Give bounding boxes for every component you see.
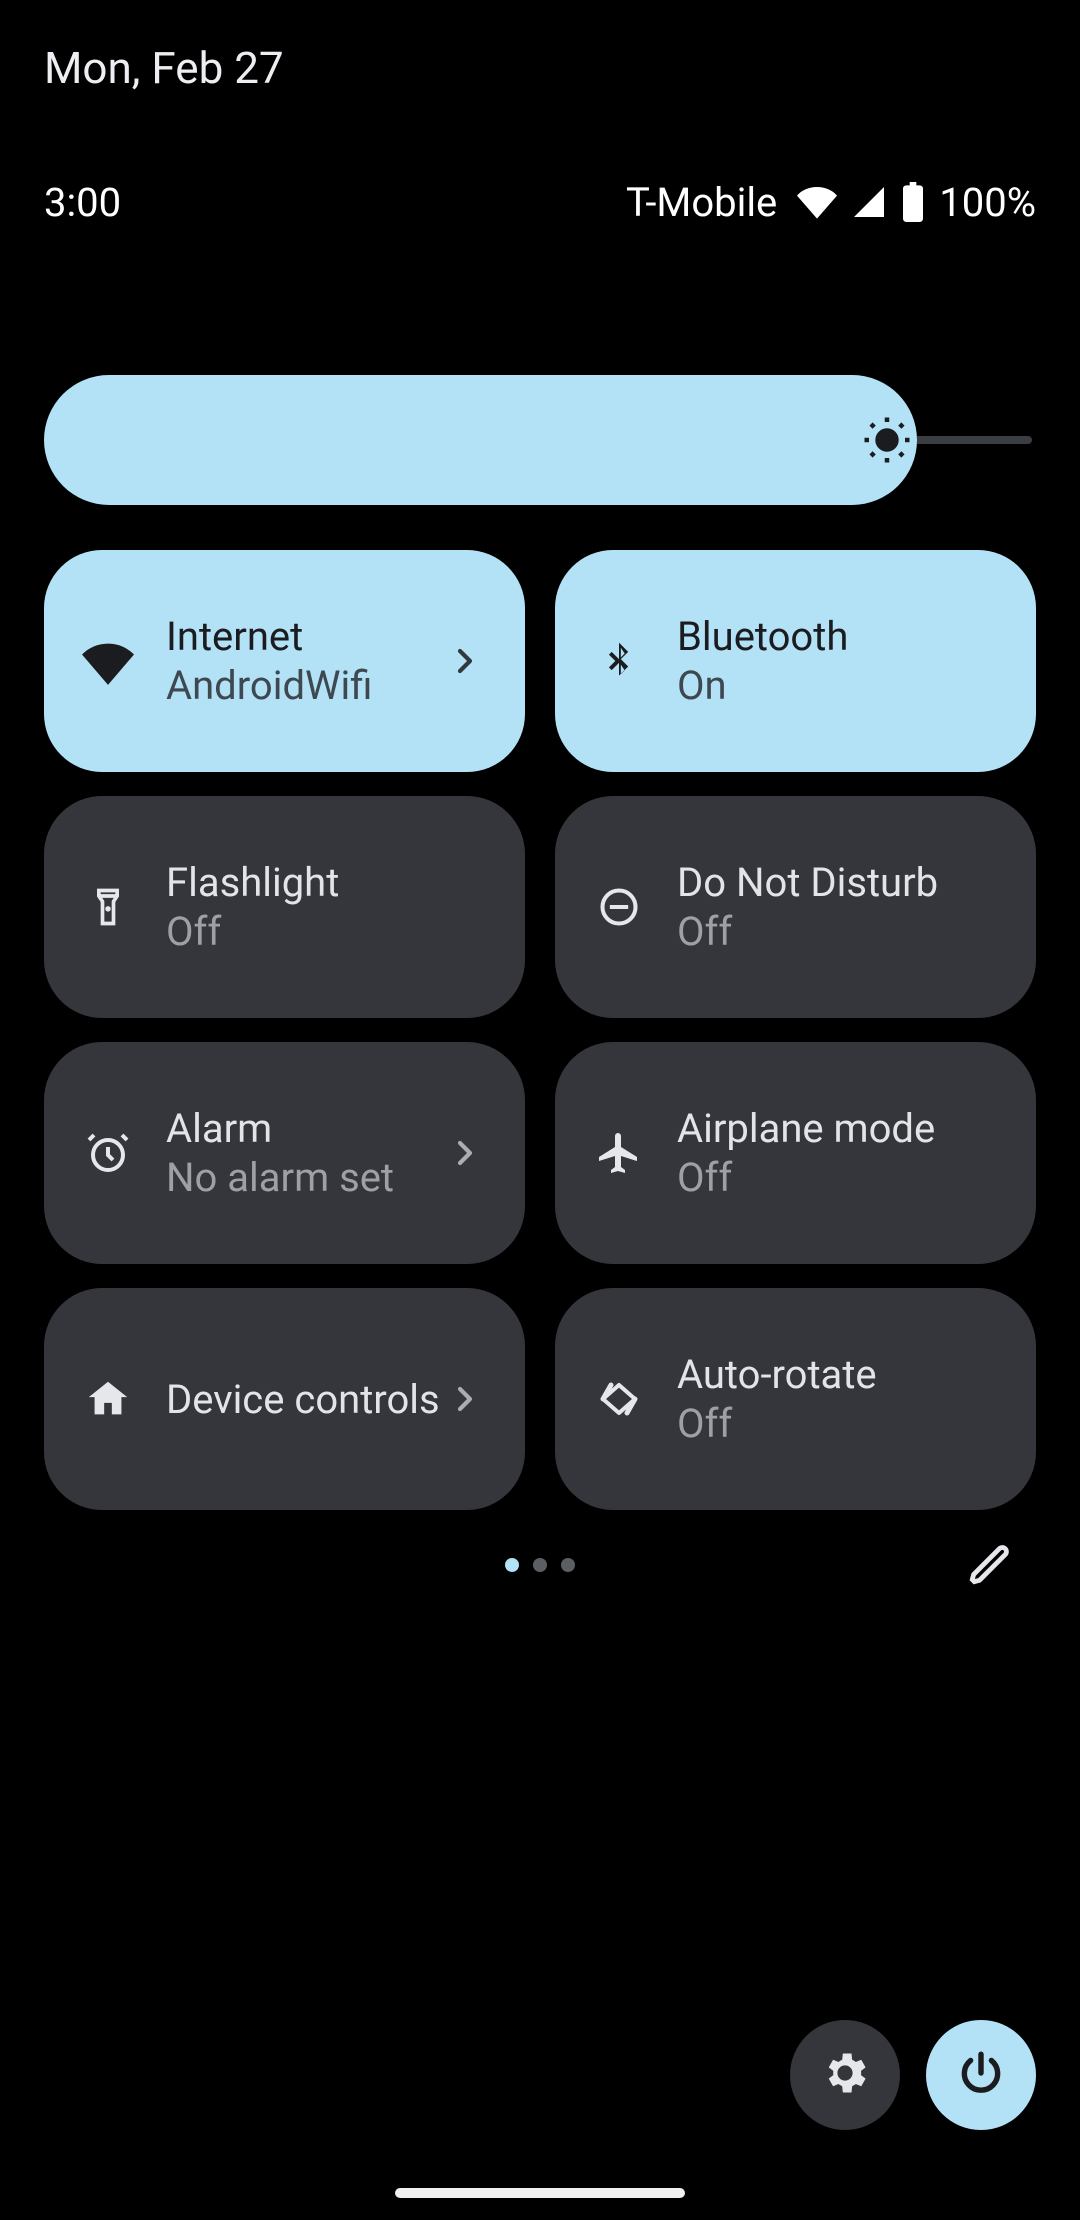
tile-subtitle: Off bbox=[677, 908, 996, 955]
quick-settings-tiles: Internet AndroidWifi Bluetooth On Flashl… bbox=[44, 550, 1036, 1510]
tile-subtitle: On bbox=[677, 662, 996, 709]
tile-title: Do Not Disturb bbox=[677, 859, 996, 906]
battery-percent: 100% bbox=[939, 179, 1036, 226]
gear-icon bbox=[819, 2047, 871, 2103]
tile-text: Alarm No alarm set bbox=[166, 1105, 445, 1201]
chevron-right-icon[interactable] bbox=[445, 1133, 485, 1173]
tile-bluetooth[interactable]: Bluetooth On bbox=[555, 550, 1036, 772]
page-dot-3[interactable] bbox=[561, 1558, 575, 1572]
tile-text: Do Not Disturb Off bbox=[677, 859, 996, 955]
tile-subtitle: AndroidWifi bbox=[166, 662, 445, 709]
home-indicator[interactable] bbox=[395, 2188, 685, 2198]
bluetooth-icon bbox=[589, 631, 649, 691]
tile-airplane-mode[interactable]: Airplane mode Off bbox=[555, 1042, 1036, 1264]
tile-text: Internet AndroidWifi bbox=[166, 613, 445, 709]
flashlight-icon bbox=[78, 877, 138, 937]
tile-dnd[interactable]: Do Not Disturb Off bbox=[555, 796, 1036, 1018]
tile-title: Bluetooth bbox=[677, 613, 996, 660]
wifi-status-icon bbox=[797, 182, 837, 222]
tile-title: Device controls bbox=[166, 1376, 445, 1423]
page-dot-1[interactable] bbox=[505, 1558, 519, 1572]
battery-status-icon bbox=[901, 182, 925, 222]
tile-device-controls[interactable]: Device controls bbox=[44, 1288, 525, 1510]
tile-text: Airplane mode Off bbox=[677, 1105, 996, 1201]
tile-title: Internet bbox=[166, 613, 445, 660]
tile-title: Alarm bbox=[166, 1105, 445, 1152]
tile-subtitle: No alarm set bbox=[166, 1154, 445, 1201]
home-icon bbox=[78, 1369, 138, 1429]
brightness-slider[interactable] bbox=[44, 375, 1036, 505]
dnd-icon bbox=[589, 877, 649, 937]
tile-text: Device controls bbox=[166, 1376, 445, 1423]
page-indicator bbox=[505, 1558, 575, 1572]
brightness-track[interactable] bbox=[44, 375, 1036, 505]
tile-text: Bluetooth On bbox=[677, 613, 996, 709]
clock: 3:00 bbox=[44, 179, 121, 226]
brightness-icon bbox=[860, 413, 914, 467]
bottom-actions bbox=[790, 2020, 1036, 2130]
auto-rotate-icon bbox=[589, 1369, 649, 1429]
tile-subtitle: Off bbox=[677, 1154, 996, 1201]
tile-subtitle: Off bbox=[677, 1400, 996, 1447]
tile-alarm[interactable]: Alarm No alarm set bbox=[44, 1042, 525, 1264]
tile-subtitle: Off bbox=[166, 908, 485, 955]
tile-title: Flashlight bbox=[166, 859, 485, 906]
date-label: Mon, Feb 27 bbox=[44, 42, 284, 94]
chevron-right-icon[interactable] bbox=[445, 1379, 485, 1419]
chevron-right-icon[interactable] bbox=[445, 641, 485, 681]
page-dot-2[interactable] bbox=[533, 1558, 547, 1572]
brightness-fill bbox=[44, 375, 917, 505]
cellular-status-icon bbox=[851, 184, 887, 220]
wifi-icon bbox=[78, 631, 138, 691]
tile-internet[interactable]: Internet AndroidWifi bbox=[44, 550, 525, 772]
power-icon bbox=[956, 2048, 1006, 2102]
power-button[interactable] bbox=[926, 2020, 1036, 2130]
tile-text: Flashlight Off bbox=[166, 859, 485, 955]
tile-auto-rotate[interactable]: Auto-rotate Off bbox=[555, 1288, 1036, 1510]
alarm-icon bbox=[78, 1123, 138, 1183]
tile-text: Auto-rotate Off bbox=[677, 1351, 996, 1447]
quick-settings-panel: Mon, Feb 27 3:00 T-Mobile 100% bbox=[0, 0, 1080, 2220]
tile-flashlight[interactable]: Flashlight Off bbox=[44, 796, 525, 1018]
edit-tiles-button[interactable] bbox=[962, 1536, 1020, 1594]
settings-button[interactable] bbox=[790, 2020, 900, 2130]
statusbar-right: T-Mobile 100% bbox=[626, 179, 1036, 226]
tile-title: Auto-rotate bbox=[677, 1351, 996, 1398]
tile-title: Airplane mode bbox=[677, 1105, 996, 1152]
status-bar: 3:00 T-Mobile 100% bbox=[44, 175, 1036, 229]
airplane-icon bbox=[589, 1123, 649, 1183]
carrier-label: T-Mobile bbox=[626, 179, 777, 226]
